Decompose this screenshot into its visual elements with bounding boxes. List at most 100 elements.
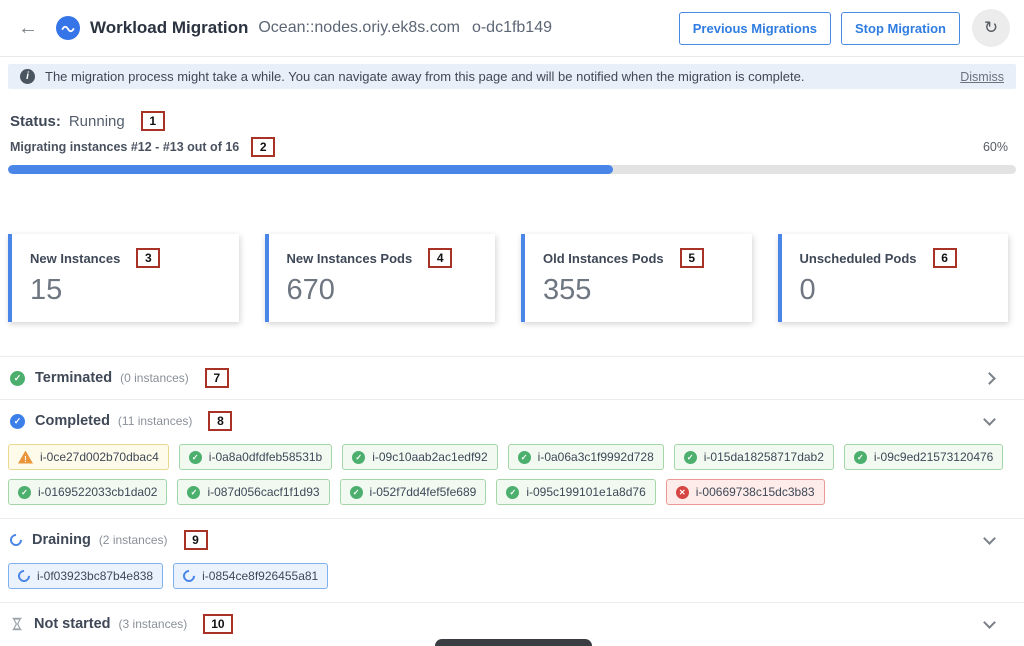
completed-chips: !i-0ce27d002b70dbac4 ✓i-0a8a0dfdfeb58531…	[0, 442, 1024, 518]
refresh-icon: ↻	[984, 18, 998, 38]
chevron-down-icon[interactable]	[983, 616, 996, 629]
previous-migrations-button[interactable]: Previous Migrations	[679, 12, 831, 45]
info-icon: i	[20, 69, 35, 84]
progress-bar	[8, 165, 1016, 174]
hourglass-icon	[10, 617, 24, 631]
progress-bar-fill	[8, 165, 613, 174]
card-label: New Instances Pods	[287, 251, 413, 266]
success-icon: ✓	[189, 451, 202, 464]
stop-migration-button[interactable]: Stop Migration	[841, 12, 960, 45]
card-label: Unscheduled Pods	[800, 251, 917, 266]
instance-id: i-09c10aab2ac1edf92	[372, 450, 487, 464]
section-title: Terminated	[35, 370, 112, 386]
section-terminated[interactable]: ✓ Terminated (0 instances) 7	[0, 356, 1024, 399]
section-title: Completed	[35, 413, 110, 429]
instance-chip[interactable]: ✓ i-0a06a3c1f9992d728	[508, 444, 664, 470]
instance-chip[interactable]: i-0f03923bc87b4e838	[8, 563, 163, 589]
instance-chip[interactable]: i-0854ce8f926455a81	[173, 563, 328, 589]
annotation-6: 6	[933, 248, 957, 268]
card-value: 15	[30, 274, 223, 307]
section-completed[interactable]: ✓ Completed (11 instances) 8	[0, 399, 1024, 442]
instance-chip[interactable]: ✓i-0a8a0dfdfeb58531b	[179, 444, 332, 470]
migration-detail: Migrating instances #12 - #13 out of 16	[10, 140, 239, 154]
instance-sections: ✓ Terminated (0 instances) 7 ✓ Completed…	[0, 356, 1024, 646]
success-icon: ✓	[187, 486, 200, 499]
success-icon: ✓	[506, 486, 519, 499]
draining-spinner-icon	[181, 568, 198, 585]
annotation-8: 8	[208, 411, 232, 431]
draining-spinner-icon	[8, 532, 25, 549]
card-value: 670	[287, 274, 480, 307]
page-title: Workload Migration	[90, 18, 248, 38]
instance-id: i-09c9ed21573120476	[874, 450, 993, 464]
instance-id: i-0f03923bc87b4e838	[37, 569, 153, 583]
annotation-3: 3	[136, 248, 160, 268]
instance-id: i-0169522033cb1da02	[38, 485, 157, 499]
annotation-4: 4	[428, 248, 452, 268]
card-new-instances-pods: New Instances Pods 4 670	[265, 234, 496, 322]
instance-chip[interactable]: ✓ i-087d056cacf1f1d93	[177, 479, 329, 505]
section-draining[interactable]: Draining (2 instances) 9	[0, 518, 1024, 561]
section-count: (3 instances)	[119, 617, 188, 631]
instance-chip[interactable]: ✓ i-09c9ed21573120476	[844, 444, 1003, 470]
instance-chip[interactable]: ✓ i-0169522033cb1da02	[8, 479, 167, 505]
card-old-instances-pods: Old Instances Pods 5 355	[521, 234, 752, 322]
chevron-right-icon[interactable]	[983, 372, 996, 385]
completed-check-icon: ✓	[10, 414, 25, 429]
annotation-2: 2	[251, 137, 275, 157]
header: ← Workload Migration Ocean::nodes.oriy.e…	[0, 0, 1024, 57]
section-count: (11 instances)	[118, 414, 192, 428]
chevron-down-icon[interactable]	[983, 532, 996, 545]
success-icon: ✓	[518, 451, 531, 464]
success-icon: ✓	[854, 451, 867, 464]
cluster-name: Ocean::nodes.oriy.ek8s.com	[258, 19, 460, 37]
annotation-5: 5	[680, 248, 704, 268]
status-value: Running	[69, 113, 125, 130]
draining-spinner-icon	[16, 568, 33, 585]
instance-id: i-0854ce8f926455a81	[202, 569, 318, 583]
workload-migration-page: ← Workload Migration Ocean::nodes.oriy.e…	[0, 0, 1024, 646]
success-icon: ✓	[684, 451, 697, 464]
status-section: Status: Running 1 Migrating instances #1…	[0, 111, 1024, 157]
draining-chips: i-0f03923bc87b4e838 i-0854ce8f926455a81	[0, 561, 1024, 602]
instance-id: i-0a06a3c1f9992d728	[538, 450, 654, 464]
chevron-down-icon[interactable]	[983, 413, 996, 426]
back-arrow-icon[interactable]: ←	[18, 18, 38, 38]
instance-id: i-015da18258717dab2	[704, 450, 824, 464]
error-icon: ✕	[676, 486, 689, 499]
card-label: New Instances	[30, 251, 120, 266]
card-value: 355	[543, 274, 736, 307]
instance-chip[interactable]: ✓ i-052f7dd4fef5fe689	[340, 479, 487, 505]
card-new-instances: New Instances 3 15	[8, 234, 239, 322]
success-icon: ✓	[350, 486, 363, 499]
instance-chip[interactable]: ✓ i-095c199101e1a8d76	[496, 479, 655, 505]
refresh-button[interactable]: ↻	[972, 9, 1010, 47]
card-value: 0	[800, 274, 993, 307]
terminated-check-icon: ✓	[10, 371, 25, 386]
info-banner: i The migration process might take a whi…	[8, 64, 1016, 89]
instance-id: i-095c199101e1a8d76	[526, 485, 645, 499]
card-label: Old Instances Pods	[543, 251, 664, 266]
instance-chip[interactable]: ✓ i-015da18258717dab2	[674, 444, 834, 470]
status-label: Status:	[10, 113, 61, 130]
ocean-logo-icon	[56, 16, 80, 40]
instance-chip[interactable]: !i-0ce27d002b70dbac4	[8, 444, 169, 470]
dismiss-link[interactable]: Dismiss	[960, 70, 1004, 84]
annotation-9: 9	[184, 530, 208, 550]
annotation-10: 10	[203, 614, 232, 634]
instance-id: i-052f7dd4fef5fe689	[370, 485, 477, 499]
instance-chip[interactable]: ✕ i-00669738c15dc3b83	[666, 479, 825, 505]
section-count: (0 instances)	[120, 371, 189, 385]
warning-icon: !	[18, 451, 33, 464]
success-icon: ✓	[18, 486, 31, 499]
instance-id: i-087d056cacf1f1d93	[207, 485, 319, 499]
ocean-id: o-dc1fb149	[472, 19, 552, 37]
progress-percent: 60%	[983, 140, 1008, 154]
instance-id: i-00669738c15dc3b83	[696, 485, 815, 499]
card-unscheduled-pods: Unscheduled Pods 6 0	[778, 234, 1009, 322]
instance-chip[interactable]: ✓i-09c10aab2ac1edf92	[342, 444, 497, 470]
section-title: Draining	[32, 532, 91, 548]
section-count: (2 instances)	[99, 533, 168, 547]
annotation-1: 1	[141, 111, 165, 131]
bottom-overlay-bar	[435, 639, 592, 646]
